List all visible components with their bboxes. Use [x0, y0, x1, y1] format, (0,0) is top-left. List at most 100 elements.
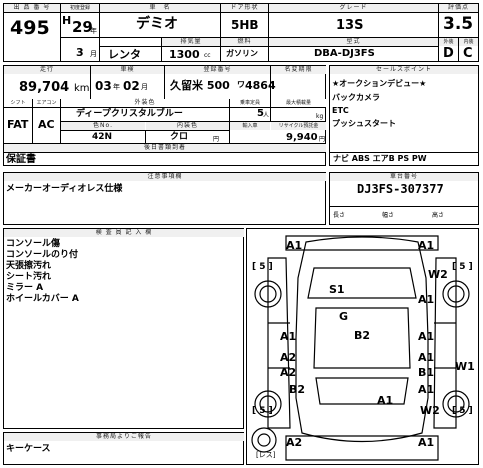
mark-a1-rear-bumper: A1: [418, 436, 435, 449]
int-color-header: 内装色: [146, 122, 229, 130]
mark-a2-left-quarter: A2: [280, 366, 297, 379]
mileage-unit: km: [74, 83, 90, 94]
registration-area: 久留米 500: [170, 79, 230, 92]
color-no-header: 色No.: [61, 122, 145, 130]
vin-header: 車台番号: [330, 173, 478, 181]
recycle-header: リサイクル預託金: [271, 122, 326, 130]
sales-line-1: ★オークションデビュー★: [332, 79, 427, 88]
office-text: キーケース: [6, 444, 51, 454]
ac-header: エアコン: [33, 99, 60, 107]
mark-a2-rear-bumper: A2: [286, 436, 303, 449]
inspector-line-3: 天張擦汚れ: [6, 261, 52, 271]
inspector-line-1: コンソール傷: [6, 239, 61, 249]
fuel-header: 燃料: [221, 38, 268, 46]
door-type: 5HB: [231, 18, 259, 32]
load-unit: kg: [316, 113, 324, 120]
registration-number: 4864: [245, 79, 276, 92]
name-change-header: 名変期限: [271, 66, 326, 74]
grade-value: 13S: [336, 18, 364, 33]
warranty-header: 後日書類到着: [4, 144, 326, 152]
interior-grade: C: [463, 46, 473, 61]
mark-a1-left-door: A1: [280, 330, 297, 343]
interior-color: クロ: [170, 132, 189, 142]
air-conditioning: AC: [38, 118, 55, 131]
year-era: H: [62, 14, 72, 27]
mark-b2-left-rear: B2: [289, 383, 306, 396]
inspect-month-unit: 月: [141, 83, 148, 91]
mark-a1-trunk: A1: [377, 394, 394, 407]
ext-header: 外装: [439, 38, 458, 46]
score-header: 評価点: [439, 4, 478, 12]
import-header: 輸入車: [230, 122, 270, 130]
transmission: FAT: [7, 118, 29, 131]
auction-sheet: 出 品 番 号 495 初度登録 H 29 年 3 月 車 名 デミオ ドア形状…: [0, 0, 483, 468]
month-unit: 月: [90, 50, 97, 58]
inspector-line-4: シート汚れ: [6, 272, 52, 282]
mark-b1-right-quarter: B1: [418, 366, 435, 379]
inspect-year: 03: [95, 79, 112, 93]
recycle-unit: 円: [319, 136, 326, 143]
inspector-line-6: ホイールカバー A: [6, 294, 79, 304]
model-header: 型式: [269, 38, 438, 46]
sales-line-2: バックカメラ: [332, 93, 380, 102]
year-unit: 年: [90, 27, 97, 35]
reg-header: 登録番号: [165, 66, 270, 74]
displacement: 1300: [169, 48, 200, 61]
mark-a1-right-fender: A1: [418, 293, 435, 306]
mark-w2-rear-right: W2: [420, 404, 440, 417]
doors-header: ドア形状: [221, 4, 268, 12]
length-label: 長さ: [333, 212, 346, 219]
disp-header: 排気量: [162, 38, 220, 46]
color-number: 42N: [92, 132, 113, 142]
overall-score: 3.5: [443, 14, 474, 34]
width-label: 幅さ: [382, 212, 395, 219]
warranty: 保証書: [6, 154, 36, 165]
registration-kana: ワ: [237, 80, 245, 89]
height-label: 高さ: [432, 212, 445, 219]
mileage: 89,704: [19, 80, 70, 95]
tire-bracket-front-left: [ 5 ]: [252, 262, 273, 272]
spare-tire-tag: [レス]: [256, 451, 276, 459]
model-code: DBA-DJ3FS: [314, 48, 375, 59]
vin: DJ3FS-307377: [357, 182, 444, 196]
inspect-month: 02: [123, 79, 140, 93]
tire-bracket-front-right: [ 5 ]: [452, 262, 473, 272]
capacity-header: 乗車定員: [230, 99, 270, 107]
mark-a1-right-rear: A1: [418, 383, 435, 396]
month-value: 3: [76, 46, 84, 59]
mileage-header: 走行: [4, 66, 90, 74]
mark-a1-front-bumper: A1: [286, 239, 303, 252]
lot-number: 495: [10, 17, 50, 39]
mark-b2-roof: B2: [354, 329, 371, 342]
mark-a1-front-right: A1: [418, 239, 435, 252]
inspector-line-2: コンソールのり付: [6, 250, 79, 260]
equipment-list: ナビ ABS エアB PS PW: [333, 154, 427, 163]
color-header: 外装色: [61, 99, 229, 107]
lot-header: 出 品 番 号: [4, 4, 60, 12]
sales-line-3: ETC: [332, 106, 349, 115]
recycle-fee: 9,940: [286, 132, 318, 143]
year-header: 初度登録: [61, 4, 99, 12]
sales-line-4: プッシュスタート: [332, 119, 396, 128]
mark-a2-left-rear-door: A2: [280, 351, 297, 364]
grade-header: グレード: [269, 4, 438, 12]
inspector-header: 検 査 員 記 入 欄: [4, 229, 244, 237]
mark-w2-front-right: W2: [428, 268, 448, 281]
office-header: 事務局よりご報告: [4, 433, 244, 441]
exterior-grade: D: [443, 46, 454, 61]
mark-w1-right-side: W1: [455, 360, 475, 373]
mark-g-windshield: G: [339, 310, 349, 323]
tire-bracket-rear-left: [ 5 ]: [252, 406, 273, 416]
inspect-year-unit: 年: [113, 83, 120, 91]
displacement-unit: cc: [204, 52, 211, 59]
trans-header: シフト: [4, 99, 32, 107]
notes-text: メーカーオーディオレス仕様: [6, 184, 123, 194]
car-name: デミオ: [136, 16, 178, 32]
rental-flag: レンタ: [108, 48, 141, 61]
capacity-unit: 人: [263, 112, 270, 119]
name-header: 車 名: [100, 4, 220, 12]
fuel-type: ガソリン: [226, 49, 258, 58]
tire-bracket-rear-right: [ 5 ]: [452, 406, 473, 416]
sales-header: セールスポイント: [330, 66, 478, 74]
interior-color-unit: 円: [213, 136, 220, 143]
